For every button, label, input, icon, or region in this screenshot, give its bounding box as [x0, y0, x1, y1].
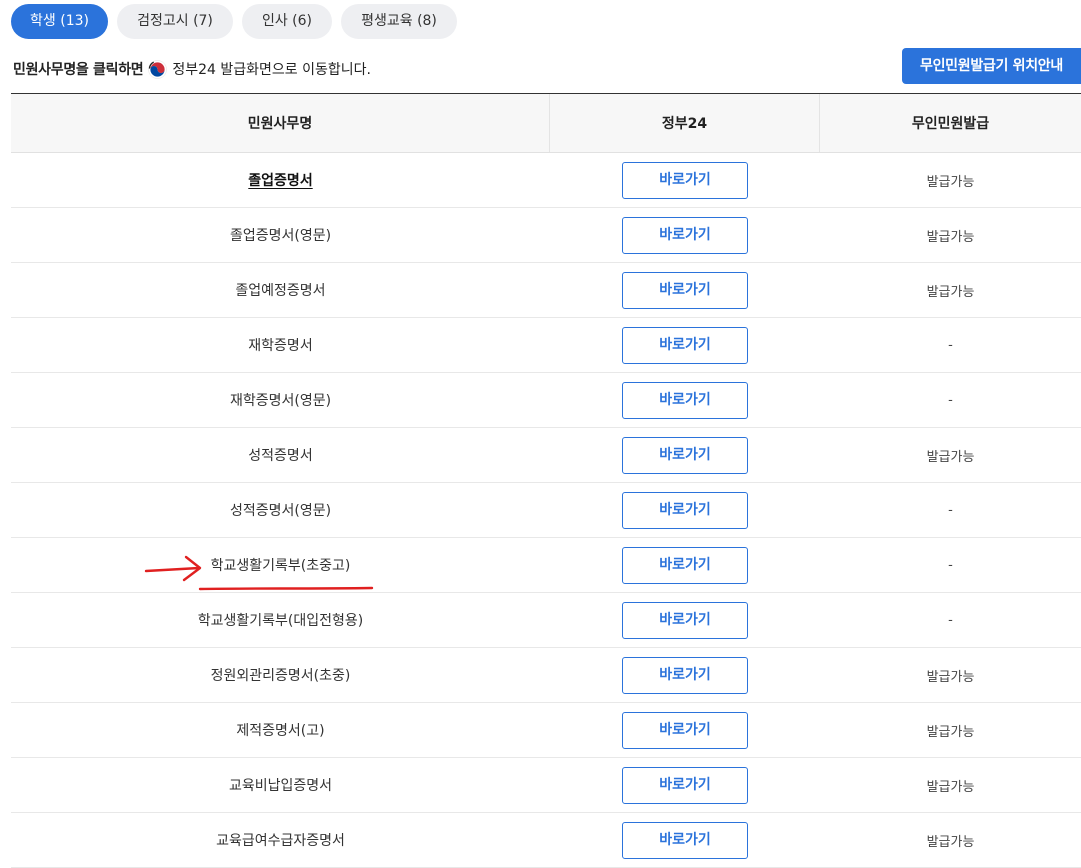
gov24-go-button[interactable]: 바로가기 [622, 821, 748, 859]
gov24-go-button[interactable]: 바로가기 [622, 766, 748, 804]
table-row: 교육비납입증명서 바로가기 발급가능 [11, 758, 1081, 813]
table-row: 학교생활기록부(초중고) 바로가기 - [11, 538, 1081, 593]
header-gov24: 정부24 [550, 94, 820, 152]
table-row: 성적증명서(영문) 바로가기 - [11, 483, 1081, 538]
table-row: 제적증명서(고) 바로가기 발급가능 [11, 703, 1081, 758]
gov24-go-button[interactable]: 바로가기 [622, 546, 748, 584]
certificate-name-link[interactable]: 재학증명서(영문) [230, 390, 331, 410]
tab-personnel[interactable]: 인사 (6) [242, 4, 332, 39]
category-tabs: 학생 (13) 검정고시 (7) 인사 (6) 평생교육 (8) [11, 4, 457, 39]
table-row: 재학증명서(영문) 바로가기 - [11, 373, 1081, 428]
table-row: 졸업예정증명서 바로가기 발급가능 [11, 263, 1081, 318]
certificate-name-link[interactable]: 제적증명서(고) [236, 720, 324, 740]
table-row: 성적증명서 바로가기 발급가능 [11, 428, 1081, 483]
gov24-go-button[interactable]: 바로가기 [622, 216, 748, 254]
info-message: 민원사무명을 클릭하면 정부24 발급화면으로 이동합니다. [13, 59, 371, 79]
table-row: 정원외관리증명서(초중) 바로가기 발급가능 [11, 648, 1081, 703]
table-row: 졸업증명서(영문) 바로가기 발급가능 [11, 208, 1081, 263]
kiosk-status: 발급가능 [926, 834, 975, 850]
kiosk-status: - [948, 557, 953, 573]
kiosk-status: 발급가능 [926, 174, 975, 190]
kiosk-status: - [948, 612, 953, 628]
header-kiosk-issue: 무인민원발급 [911, 116, 990, 132]
table-header: 민원사무명 정부24 무인민원발급 [11, 94, 1081, 153]
table-row: 졸업증명서 바로가기 발급가능 [11, 153, 1081, 208]
certificate-name-link[interactable]: 졸업증명서(영문) [230, 225, 331, 245]
certificate-table: 민원사무명 정부24 무인민원발급 졸업증명서 바로가기 발급가능 졸업증명서(… [11, 93, 1081, 868]
kiosk-status: 발급가능 [926, 229, 975, 245]
tab-student[interactable]: 학생 (13) [11, 4, 108, 39]
gov24-go-button[interactable]: 바로가기 [622, 271, 748, 309]
certificate-name-link[interactable]: 학교생활기록부(대입전형용) [198, 610, 363, 630]
kiosk-status: - [948, 502, 953, 518]
certificate-name-link[interactable]: 교육급여수급자증명서 [216, 830, 345, 850]
kiosk-status: 발급가능 [926, 669, 975, 685]
gov24-go-button[interactable]: 바로가기 [622, 381, 748, 419]
taegeuk-logo-icon [148, 59, 168, 79]
kiosk-status: 발급가능 [926, 779, 975, 795]
table-body: 졸업증명서 바로가기 발급가능 졸업증명서(영문) 바로가기 발급가능 졸업예정… [11, 153, 1081, 868]
kiosk-status: 발급가능 [926, 284, 975, 300]
kiosk-status: - [948, 392, 953, 408]
gov24-go-button[interactable]: 바로가기 [622, 491, 748, 529]
info-suffix: 정부24 발급화면으로 이동합니다. [172, 62, 371, 78]
kiosk-status: 발급가능 [926, 724, 975, 740]
tab-lifelong-education[interactable]: 평생교육 (8) [341, 4, 457, 39]
info-prefix: 민원사무명을 클릭하면 [13, 62, 144, 78]
gov24-go-button[interactable]: 바로가기 [622, 601, 748, 639]
tab-qualification-exam[interactable]: 검정고시 (7) [117, 4, 233, 39]
certificate-name-link[interactable]: 재학증명서 [248, 335, 312, 355]
table-row: 교육급여수급자증명서 바로가기 발급가능 [11, 813, 1081, 868]
certificate-name-link[interactable]: 졸업예정증명서 [235, 280, 325, 300]
kiosk-location-button[interactable]: 무인민원발급기 위치안내 [902, 48, 1081, 84]
certificate-name-link[interactable]: 졸업증명서 [248, 170, 312, 190]
table-row: 학교생활기록부(대입전형용) 바로가기 - [11, 593, 1081, 648]
kiosk-status: - [948, 337, 953, 353]
table-row: 재학증명서 바로가기 - [11, 318, 1081, 373]
certificate-name-link[interactable]: 성적증명서 [248, 445, 312, 465]
gov24-go-button[interactable]: 바로가기 [622, 436, 748, 474]
gov24-go-button[interactable]: 바로가기 [622, 711, 748, 749]
gov24-go-button[interactable]: 바로가기 [622, 656, 748, 694]
gov24-go-button[interactable]: 바로가기 [622, 161, 748, 199]
kiosk-status: 발급가능 [926, 449, 975, 465]
certificate-name-link[interactable]: 교육비납입증명서 [229, 775, 332, 795]
gov24-go-button[interactable]: 바로가기 [622, 326, 748, 364]
certificate-name-link[interactable]: 성적증명서(영문) [230, 500, 331, 520]
header-certificate-name: 민원사무명 [11, 94, 550, 152]
certificate-name-link[interactable]: 학교생활기록부(초중고) [211, 555, 351, 575]
certificate-name-link[interactable]: 정원외관리증명서(초중) [211, 665, 351, 685]
